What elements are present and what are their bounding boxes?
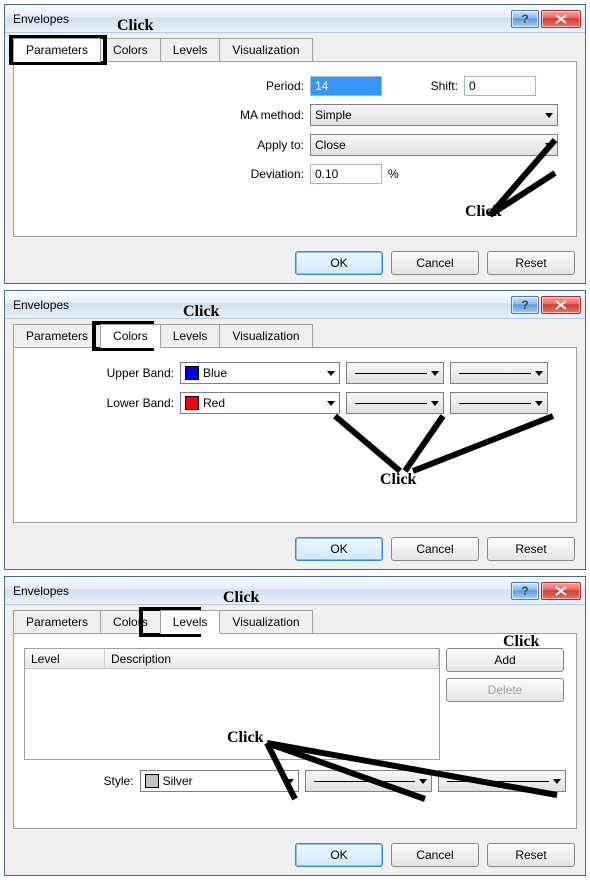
percent-label: % xyxy=(388,167,399,181)
upper-color-value: Blue xyxy=(203,366,227,380)
button-row: OK Cancel Reset xyxy=(5,245,585,281)
deviation-input[interactable] xyxy=(310,164,382,184)
titlebar: Envelopes ? xyxy=(5,577,585,605)
titlebar: Envelopes ? xyxy=(5,291,585,319)
titlebar: Envelopes ? xyxy=(5,5,585,33)
lower-width-dropdown[interactable] xyxy=(346,392,444,414)
help-button[interactable]: ? xyxy=(511,582,539,600)
style-label: Style: xyxy=(24,774,134,788)
chevron-down-icon xyxy=(535,401,543,406)
style-width-dropdown[interactable] xyxy=(305,770,433,792)
chevron-down-icon xyxy=(327,401,335,406)
ma-dropdown[interactable]: Simple xyxy=(310,104,558,126)
window-title: Envelopes xyxy=(13,12,69,26)
tabs: Parameters Colors Levels Visualization xyxy=(5,319,585,347)
color-swatch-blue xyxy=(185,366,199,380)
apply-dropdown[interactable]: Close xyxy=(310,134,558,156)
apply-value: Close xyxy=(315,138,346,152)
chevron-down-icon xyxy=(545,113,553,118)
chevron-down-icon xyxy=(419,779,427,784)
chevron-down-icon xyxy=(327,371,335,376)
tab-levels[interactable]: Levels xyxy=(160,38,221,62)
dialog-levels: Envelopes ? Parameters Colors Levels Vis… xyxy=(4,576,586,876)
line-preview xyxy=(459,403,531,404)
upper-style-dropdown[interactable] xyxy=(450,362,548,384)
line-preview xyxy=(355,403,427,404)
tab-levels[interactable]: Levels xyxy=(160,324,221,348)
line-preview xyxy=(355,373,427,374)
tab-colors[interactable]: Colors xyxy=(100,610,161,634)
style-color-dropdown[interactable]: Silver xyxy=(140,770,299,792)
reset-button[interactable]: Reset xyxy=(487,537,575,561)
ok-button[interactable]: OK xyxy=(295,537,383,561)
chevron-down-icon xyxy=(286,779,294,784)
tab-colors[interactable]: Colors xyxy=(100,38,161,62)
color-swatch-silver xyxy=(145,774,159,788)
tab-content: Level Description Add Delete Style: Silv… xyxy=(13,633,577,829)
upper-width-dropdown[interactable] xyxy=(346,362,444,384)
lower-style-dropdown[interactable] xyxy=(450,392,548,414)
list-header: Level Description xyxy=(25,649,439,669)
cancel-button[interactable]: Cancel xyxy=(391,843,479,867)
tabs: Parameters Colors Levels Visualization xyxy=(5,33,585,61)
chevron-down-icon xyxy=(553,779,561,784)
lower-color-dropdown[interactable]: Red xyxy=(180,392,340,414)
ma-value: Simple xyxy=(315,108,352,122)
reset-button[interactable]: Reset xyxy=(487,843,575,867)
upper-band-label: Upper Band: xyxy=(24,366,174,380)
chevron-down-icon xyxy=(545,143,553,148)
style-line-dropdown[interactable] xyxy=(438,770,566,792)
tab-visualization[interactable]: Visualization xyxy=(219,324,312,348)
tab-visualization[interactable]: Visualization xyxy=(219,38,312,62)
ma-label: MA method: xyxy=(24,108,304,122)
delete-button[interactable]: Delete xyxy=(446,678,564,702)
help-button[interactable]: ? xyxy=(511,296,539,314)
upper-color-dropdown[interactable]: Blue xyxy=(180,362,340,384)
levels-listbox[interactable]: Level Description xyxy=(24,648,440,760)
tab-colors[interactable]: Colors xyxy=(100,324,161,348)
help-button[interactable]: ? xyxy=(511,10,539,28)
deviation-label: Deviation: xyxy=(24,167,304,181)
color-swatch-red xyxy=(185,396,199,410)
button-row: OK Cancel Reset xyxy=(5,531,585,567)
dialog-parameters: Envelopes ? Parameters Colors Levels Vis… xyxy=(4,4,586,284)
chevron-down-icon xyxy=(535,371,543,376)
ok-button[interactable]: OK xyxy=(295,251,383,275)
tabs: Parameters Colors Levels Visualization xyxy=(5,605,585,633)
tab-visualization[interactable]: Visualization xyxy=(219,610,312,634)
close-button[interactable] xyxy=(541,296,581,314)
line-preview xyxy=(459,373,531,374)
style-color-value: Silver xyxy=(163,774,193,788)
close-button[interactable] xyxy=(541,10,581,28)
cancel-button[interactable]: Cancel xyxy=(391,537,479,561)
tab-parameters[interactable]: Parameters xyxy=(13,324,101,348)
tab-parameters[interactable]: Parameters xyxy=(13,610,101,634)
shift-label: Shift: xyxy=(388,79,458,93)
reset-button[interactable]: Reset xyxy=(487,251,575,275)
shift-input[interactable] xyxy=(464,76,536,96)
tab-content: Upper Band: Blue Lower Band: Red xyxy=(13,347,577,523)
col-description[interactable]: Description xyxy=(105,649,439,668)
tab-parameters[interactable]: Parameters xyxy=(13,38,101,62)
cancel-button[interactable]: Cancel xyxy=(391,251,479,275)
dialog-colors: Envelopes ? Parameters Colors Levels Vis… xyxy=(4,290,586,570)
col-level[interactable]: Level xyxy=(25,649,105,668)
chevron-down-icon xyxy=(431,401,439,406)
ok-button[interactable]: OK xyxy=(295,843,383,867)
window-title: Envelopes xyxy=(13,298,69,312)
line-preview xyxy=(447,781,549,782)
button-row: OK Cancel Reset xyxy=(5,837,585,873)
chevron-down-icon xyxy=(431,371,439,376)
apply-label: Apply to: xyxy=(24,138,304,152)
tab-content: Period: Shift: MA method: Simple Apply t… xyxy=(13,61,577,237)
window-title: Envelopes xyxy=(13,584,69,598)
lower-color-value: Red xyxy=(203,396,225,410)
close-button[interactable] xyxy=(541,582,581,600)
tab-levels[interactable]: Levels xyxy=(160,610,221,634)
add-button[interactable]: Add xyxy=(446,648,564,672)
period-input[interactable] xyxy=(310,76,382,96)
period-label: Period: xyxy=(24,79,304,93)
line-preview xyxy=(314,781,416,782)
lower-band-label: Lower Band: xyxy=(24,396,174,410)
